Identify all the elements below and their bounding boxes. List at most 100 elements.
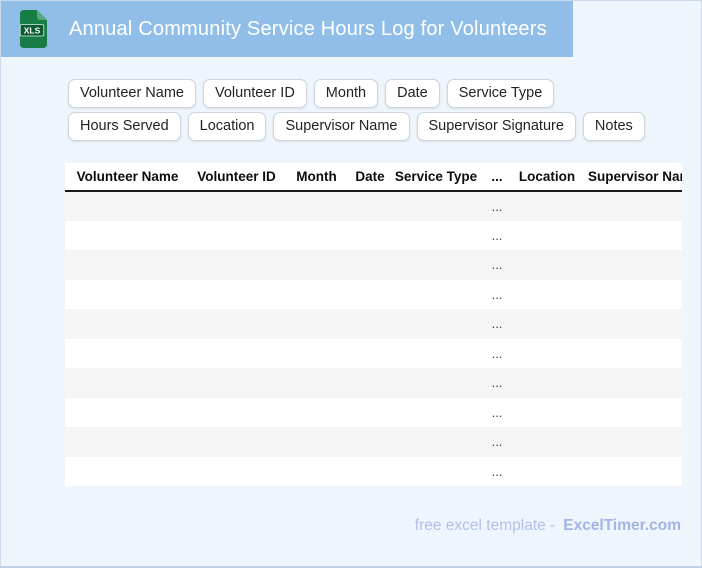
empty-cell <box>390 427 482 457</box>
empty-cell <box>350 368 390 398</box>
ellipsis-cell: ... <box>491 227 503 243</box>
empty-cell <box>283 221 350 251</box>
empty-cell <box>65 427 190 457</box>
empty-cell <box>582 250 682 280</box>
column-chip[interactable]: Service Type <box>446 79 555 108</box>
empty-cell <box>512 368 582 398</box>
empty-cell <box>390 221 482 251</box>
empty-cell <box>512 280 582 310</box>
ellipsis-cell: ... <box>491 375 503 391</box>
empty-cell <box>582 309 682 339</box>
table-column-header: ... <box>482 163 512 192</box>
table-row: ... <box>65 220 682 251</box>
empty-cell <box>65 191 190 221</box>
empty-cell <box>512 221 582 251</box>
empty-cell <box>283 250 350 280</box>
empty-cell <box>390 368 482 398</box>
empty-cell <box>512 427 582 457</box>
empty-cell <box>190 427 283 457</box>
empty-cell <box>582 398 682 428</box>
empty-cell <box>190 339 283 369</box>
empty-cell <box>390 250 482 280</box>
empty-cell <box>582 191 682 221</box>
column-chip[interactable]: Month <box>313 79 379 108</box>
ellipsis-cell: ... <box>491 345 503 361</box>
empty-cell <box>65 250 190 280</box>
table-column-header: Volunteer Name <box>65 163 190 192</box>
ellipsis-cell: ... <box>491 463 503 479</box>
empty-cell <box>283 309 350 339</box>
empty-cell <box>65 368 190 398</box>
footer-brand-link[interactable]: ExcelTimer.com <box>563 517 681 534</box>
ellipsis-cell: ... <box>491 316 503 332</box>
empty-cell <box>350 221 390 251</box>
ellipsis-cell: ... <box>491 286 503 302</box>
table-column-header: Month <box>283 163 350 192</box>
template-preview: XLS Annual Community Service Hours Log f… <box>0 0 702 568</box>
ellipsis-cell: ... <box>491 434 503 450</box>
empty-cell <box>390 339 482 369</box>
svg-text:XLS: XLS <box>24 25 41 35</box>
empty-cell <box>65 309 190 339</box>
empty-cell <box>350 427 390 457</box>
table-column-header: Volunteer ID <box>190 163 283 192</box>
empty-cell <box>283 191 350 221</box>
xls-file-icon: XLS <box>18 9 48 49</box>
empty-cell <box>512 191 582 221</box>
empty-cell <box>190 368 283 398</box>
table-row: ... <box>65 368 682 398</box>
empty-cell <box>390 280 482 310</box>
column-chip[interactable]: Supervisor Name <box>273 112 410 141</box>
empty-cell <box>283 398 350 428</box>
column-chip[interactable]: Location <box>187 112 267 141</box>
column-chip[interactable]: Supervisor Signature <box>416 112 576 141</box>
empty-cell <box>283 280 350 310</box>
footer-text: free excel template - <box>414 517 556 534</box>
table-row: ... <box>65 427 682 457</box>
empty-cell <box>190 398 283 428</box>
table-column-header: Supervisor Name <box>582 163 682 192</box>
empty-cell <box>350 250 390 280</box>
column-chip[interactable]: Notes <box>582 112 645 141</box>
empty-cell <box>512 309 582 339</box>
empty-cell <box>190 221 283 251</box>
table-header-row: Volunteer Name Volunteer ID Month Date Servi… <box>65 163 682 192</box>
ellipsis-cell: ... <box>491 198 503 214</box>
empty-cell <box>582 457 682 487</box>
footer: free excel template - ExcelTimer.com <box>415 517 681 535</box>
empty-cell <box>283 339 350 369</box>
empty-cell <box>390 309 482 339</box>
table-column-header: Service Type <box>390 163 482 192</box>
table-row: ... <box>65 279 682 310</box>
empty-cell <box>350 398 390 428</box>
empty-cell <box>190 250 283 280</box>
title-bar: XLS Annual Community Service Hours Log f… <box>1 1 573 57</box>
empty-cell <box>65 398 190 428</box>
table-row: ... <box>65 397 682 428</box>
table-column-header: Date <box>350 163 390 192</box>
empty-cell <box>283 368 350 398</box>
empty-cell <box>190 280 283 310</box>
empty-cell <box>582 368 682 398</box>
column-chips: Volunteer Name Volunteer ID Month Date Servi… <box>68 79 668 141</box>
column-chip[interactable]: Volunteer ID <box>202 79 307 108</box>
column-chip[interactable]: Hours Served <box>68 112 181 141</box>
empty-cell <box>350 280 390 310</box>
empty-cell <box>190 309 283 339</box>
page-title: Annual Community Service Hours Log for V… <box>69 17 547 40</box>
column-chip[interactable]: Date <box>385 79 440 108</box>
empty-cell <box>65 221 190 251</box>
table-row: ... <box>65 338 682 369</box>
empty-cell <box>65 339 190 369</box>
table-row: ... <box>65 250 682 280</box>
ellipsis-cell: ... <box>491 404 503 420</box>
empty-cell <box>350 309 390 339</box>
table-row: ... <box>65 191 682 221</box>
empty-cell <box>190 191 283 221</box>
column-chip[interactable]: Volunteer Name <box>68 79 196 108</box>
empty-cell <box>582 339 682 369</box>
empty-cell <box>65 457 190 487</box>
empty-cell <box>190 457 283 487</box>
empty-cell <box>283 427 350 457</box>
empty-cell <box>512 250 582 280</box>
